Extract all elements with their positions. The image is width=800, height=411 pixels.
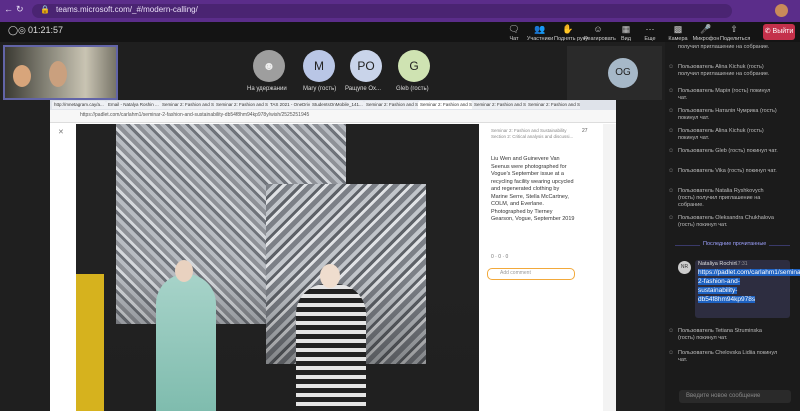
- chat-system-message: получил приглашение на собрание.: [678, 44, 770, 50]
- chat-system-message: Пользователь Oleksandra Chukhalova (гост…: [678, 215, 774, 228]
- close-icon: ✕: [58, 129, 64, 136]
- person-icon: ☺: [668, 328, 675, 334]
- mic-icon: 🎤: [700, 24, 712, 34]
- shield-icon: ◯: [8, 25, 19, 35]
- share-icon: ⇧: [730, 24, 738, 34]
- chat-link[interactable]: https://padlet.com/carlahm1/seminar-2-fa…: [698, 268, 800, 304]
- record-icon: ◎: [18, 25, 26, 35]
- participant-name: На удержании: [247, 86, 287, 92]
- shared-tab: http://mnetagram.cay/a...: [52, 101, 106, 109]
- add-comment-placeholder: Add comment: [500, 270, 531, 276]
- participant-name: Ращупе Ох...: [345, 86, 381, 92]
- react-icon: ☺: [593, 24, 603, 34]
- leave-button[interactable]: ✆ Выйти: [763, 24, 795, 40]
- shared-tab: Seminar 2: Fashion and Su...: [418, 101, 472, 109]
- chat-system-message: Пользователь Alina Kichuk (гость) покину…: [678, 128, 764, 141]
- chat-system-message: Пользователь Natalia Ryshkovych (гость) …: [678, 188, 764, 208]
- back-icon[interactable]: ←: [4, 4, 13, 14]
- padlet-photo: [76, 124, 479, 411]
- chat-time: 17:31: [735, 261, 748, 267]
- shared-tab: Seminar 2: Fashion and Su...: [526, 101, 580, 109]
- shared-tab: Seminar 2: Fashion and S...: [364, 101, 418, 109]
- shared-tab: Email - Natalya Roshin ...: [106, 101, 160, 109]
- post-counter: 27: [582, 128, 588, 134]
- more-icon: ⋯: [645, 24, 655, 34]
- person-icon: ☺: [668, 350, 675, 356]
- post-stats: 0 · 0 · 0: [491, 254, 509, 260]
- more-button[interactable]: ⋯ Еще: [636, 24, 664, 42]
- padlet-subsection: Section 2: Critical analysis and discuss…: [491, 134, 574, 139]
- profile-avatar[interactable]: [775, 4, 788, 17]
- phone-icon: ✆: [764, 28, 771, 35]
- chat-system-message: Пользователь Alina Kichuk (гость) получи…: [678, 64, 770, 77]
- padlet-section: Seminar 2: Fashion and Sustainability: [491, 128, 567, 133]
- participant-avatar[interactable]: G: [398, 50, 430, 82]
- participant-avatar[interactable]: ☻: [253, 50, 285, 82]
- chat-icon: 🗨: [508, 24, 520, 34]
- person-icon: ☺: [668, 215, 675, 221]
- chat-input-placeholder: Введите новое сообщение: [686, 393, 761, 399]
- person-icon: ☺: [668, 188, 675, 194]
- meeting-timer: 01:21:57: [28, 25, 64, 35]
- person-icon: ☺: [668, 64, 675, 70]
- chat-system-message: Пользователь Vika (гость) покинул чат.: [678, 168, 777, 174]
- shared-tab: Seminar 2: Fashion and Su...: [472, 101, 526, 109]
- mic-button[interactable]: 🎤 Микрофон: [692, 24, 720, 42]
- share-button[interactable]: ⇧ Поделиться: [720, 24, 750, 42]
- person-icon: ☺: [668, 168, 675, 174]
- last-read-label: Последние прочитанные: [700, 241, 770, 247]
- shared-browser-sidebar: [603, 124, 616, 411]
- shared-tab: StudentsOnMobile_141...: [310, 101, 364, 109]
- chat-system-message: Пользователь Chelovska Lidiia покинул ча…: [678, 350, 778, 363]
- people-icon: 👥: [534, 24, 546, 34]
- person-icon: ☺: [668, 108, 675, 114]
- participants-button[interactable]: 👥 Участники: [526, 24, 554, 42]
- shared-tab: Seminar 2: Fashion and S...: [160, 101, 214, 109]
- lock-icon: 🔒: [40, 5, 50, 14]
- camera-button[interactable]: ▩ Камера: [664, 24, 692, 42]
- person-icon: ☻: [262, 59, 276, 73]
- participant-avatar[interactable]: PO: [350, 50, 382, 82]
- react-button[interactable]: ☺ Реагировать: [584, 24, 616, 42]
- raise-hand-icon: ✋: [562, 24, 574, 34]
- participant-avatar[interactable]: M: [303, 50, 335, 82]
- participant-name: Gleb (гость): [396, 86, 429, 92]
- chat-system-message: Пользователь Наталія Чумрика (гость) пок…: [678, 108, 777, 121]
- chat-button[interactable]: 🗨 Чат: [500, 24, 528, 42]
- shared-tab: Seminar 2: Fashion and S...: [214, 101, 268, 109]
- participant-avatar[interactable]: OG: [608, 58, 638, 88]
- shared-tab: TAS 2021 - OneDrive: [268, 101, 310, 109]
- raise-hand-button[interactable]: ✋ Поднять руку: [554, 24, 588, 42]
- chat-sender: Nataliya Rochin: [698, 261, 737, 267]
- person-icon: ☺: [668, 88, 675, 94]
- reload-icon[interactable]: ↻: [16, 4, 24, 15]
- avatar[interactable]: NR: [678, 261, 691, 274]
- self-video[interactable]: [3, 45, 118, 100]
- address-url[interactable]: teams.microsoft.com/_#/modern-calling/: [56, 5, 198, 14]
- person-icon: ☺: [668, 148, 675, 154]
- post-caption: Liu Wen and Guinevere Van Seenus were ph…: [491, 156, 575, 222]
- shared-url: https://padlet.com/carlahm1/seminar-2-fa…: [80, 112, 310, 118]
- chat-system-message: Пользователь Tetiana Struminska (гость) …: [678, 328, 762, 341]
- chat-system-message: Пользователь Gleb (гость) покинул чат.: [678, 148, 778, 154]
- participant-name: Mary (гость): [303, 86, 337, 92]
- chat-system-message: Пользователь Марія (гость) покинул чат.: [678, 88, 771, 101]
- camera-icon: ▩: [673, 24, 683, 34]
- person-icon: ☺: [668, 128, 675, 134]
